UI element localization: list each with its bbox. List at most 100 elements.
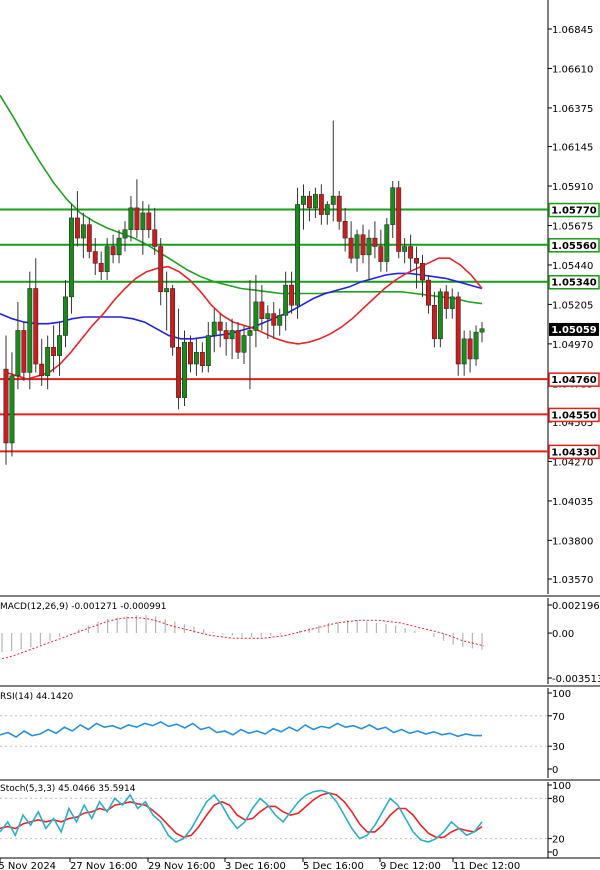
price-tick-label: 1.04035	[552, 497, 593, 508]
candle-body	[128, 207, 134, 230]
candle-body	[366, 237, 372, 256]
candle-body	[324, 204, 330, 215]
rsi-tick-label: 100	[552, 689, 571, 700]
macd-label: MACD(12,26,9) -0.001271 -0.000991	[0, 602, 166, 612]
price-tick-label: 1.05910	[552, 182, 593, 193]
rsi-tick-label: 30	[552, 742, 565, 753]
candle-body	[384, 224, 390, 262]
candle-body	[3, 368, 9, 444]
candle-body	[318, 194, 324, 215]
candle-body	[104, 246, 110, 272]
candle-body	[265, 313, 271, 319]
candle-body	[437, 291, 443, 340]
candle-body	[199, 352, 205, 366]
stoch-tick-label: 80	[552, 794, 565, 805]
support-level-label: 1.04760	[551, 375, 597, 386]
candle-body	[110, 246, 116, 256]
candle-body	[69, 217, 74, 298]
stoch-tick-label: 20	[552, 835, 565, 846]
price-tick-label: 1.06375	[552, 104, 593, 115]
candle-body	[98, 263, 104, 272]
candle-body	[193, 352, 199, 365]
candle-body	[342, 221, 348, 239]
stoch-tick-label: 0	[552, 848, 558, 859]
candle-body	[45, 346, 51, 377]
support-level-label: 1.04330	[551, 447, 597, 458]
candle-body	[402, 246, 408, 252]
candle-body	[348, 237, 354, 259]
rsi-line	[0, 721, 482, 739]
candle-body	[360, 234, 366, 256]
candle-body	[271, 313, 277, 326]
resistance-level-label: 1.05770	[551, 206, 597, 217]
price-tick-label: 1.06845	[552, 25, 593, 36]
candle-body	[229, 330, 235, 340]
candle-body	[378, 246, 384, 262]
candle-body	[289, 284, 295, 306]
candle-body	[467, 338, 473, 360]
candle-body	[455, 296, 461, 365]
price-tick-label: 1.06610	[552, 64, 593, 75]
candle-body	[414, 257, 420, 264]
forex-chart: 1.06845 1.06610 1.06375 1.06145 1.05910 1.056…	[0, 0, 600, 870]
candle-body	[217, 321, 223, 331]
candle-body	[92, 251, 98, 264]
candle-body	[301, 195, 306, 205]
candle-body	[158, 246, 164, 293]
candle-body	[33, 288, 39, 365]
candle-body	[420, 263, 425, 281]
rsi-tick-label: 0	[552, 765, 558, 776]
x-tick-label: 5 Dec 16:00	[303, 861, 364, 870]
candle-body	[247, 330, 253, 336]
candle-body	[223, 330, 229, 340]
x-tick-label: 3 Dec 16:00	[225, 861, 286, 870]
macd-tick-label: 0.00	[552, 629, 574, 640]
x-tick-label: 9 Dec 12:00	[380, 861, 441, 870]
price-tick-label: 1.06145	[552, 143, 593, 154]
candle-body	[390, 187, 396, 225]
candle-body	[63, 296, 68, 336]
candle-body	[188, 341, 193, 365]
candle-body	[312, 194, 318, 209]
candle-body	[259, 301, 265, 319]
resistance-level-label: 1.05560	[551, 241, 597, 252]
candle-body	[170, 288, 176, 348]
candle-body	[408, 246, 414, 259]
candle-body	[80, 224, 86, 239]
candle-body	[241, 335, 247, 353]
candle-body	[449, 296, 455, 309]
x-tick-label: 11 Dec 12:00	[453, 861, 520, 870]
support-level-label: 1.04550	[551, 410, 597, 421]
candle-body	[354, 234, 360, 259]
candle-body	[39, 363, 45, 377]
x-tick-label: 27 Nov 16:00	[70, 861, 137, 870]
macd-tick-label: -0.003513	[552, 674, 600, 685]
candle-body	[134, 207, 140, 230]
candle-body	[426, 279, 431, 306]
candle-body	[51, 346, 57, 356]
candle-body	[431, 305, 437, 340]
candle-body	[396, 187, 402, 252]
candle-body	[182, 341, 187, 398]
stoch-tick-label: 100	[552, 781, 571, 792]
candle-body	[307, 195, 312, 209]
candle-body	[479, 328, 485, 333]
candle-body	[235, 330, 241, 353]
macd-signal-line	[1, 617, 485, 660]
rsi-tick-label: 70	[552, 712, 565, 723]
candle-body	[461, 338, 467, 365]
macd-tick-label: 0.002196	[552, 601, 600, 612]
x-tick-label: 25 Nov 2024	[0, 861, 56, 870]
price-tick-label: 1.03800	[552, 536, 593, 547]
price-tick-label: 1.05205	[552, 300, 593, 311]
last-price-label: 1.05059	[551, 325, 597, 336]
stoch-label: Stoch(5,3,3) 45.0466 35.5914	[0, 784, 136, 794]
rsi-label: RSI(14) 44.1420	[0, 692, 73, 702]
price-tick-label: 1.05440	[552, 261, 593, 272]
candle-body	[295, 204, 301, 306]
x-tick-label: 29 Nov 16:00	[148, 861, 215, 870]
candle-body	[330, 195, 336, 205]
candle-body	[146, 212, 152, 230]
candle-body	[27, 288, 33, 373]
candle-body	[152, 229, 158, 247]
